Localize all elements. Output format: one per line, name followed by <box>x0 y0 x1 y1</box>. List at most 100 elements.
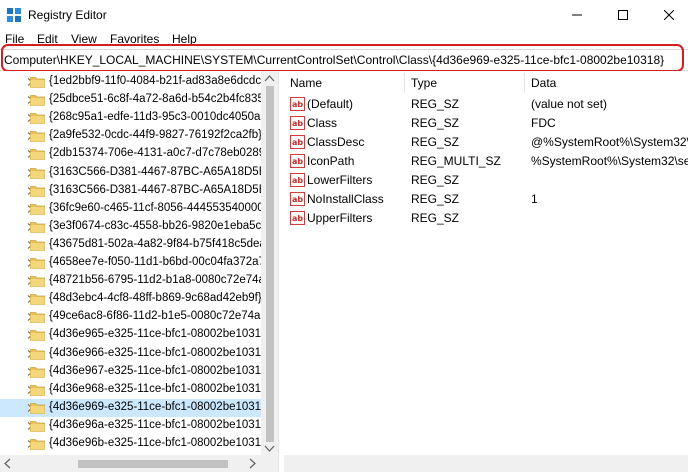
tree-item[interactable]: {268c95a1-edfe-11d3-95c3-0010dc4050a5} <box>0 109 261 127</box>
tree-item[interactable]: {4d36e96b-e325-11ce-bfc1-08002be10318} <box>0 435 261 453</box>
tree-item-label: {4d36e966-e325-11ce-bfc1-08002be10318} <box>49 346 261 359</box>
tree-item[interactable]: {3163C566-D381-4467-87BC-A65A18D5B648} <box>0 164 261 182</box>
tree-item[interactable]: {2a9fe532-0cdc-44f9-9827-76192f2ca2fb} <box>0 127 261 145</box>
column-header-data[interactable]: Data <box>531 73 556 93</box>
value-data: 1 <box>531 192 538 206</box>
address-path[interactable]: Computer\HKEY_LOCAL_MACHINE\SYSTEM\Curre… <box>4 53 664 67</box>
tree-vertical-scroll-thumb[interactable] <box>266 86 274 442</box>
tree-item[interactable]: {1ed2bbf9-11f0-4084-b21f-ad83a8e6dcdc} <box>0 73 261 91</box>
folder-icon <box>30 312 45 324</box>
value-type: REG_SZ <box>411 135 460 149</box>
tree-item[interactable]: {49ce6ac8-6f86-11d2-b1e5-0080c72e74a2} <box>0 308 261 326</box>
value-type: REG_SZ <box>411 97 460 111</box>
maximize-button[interactable] <box>600 0 646 30</box>
value-row[interactable]: ab Class REG_SZ FDC <box>284 114 688 133</box>
tree-item-label: {4d36e965-e325-11ce-bfc1-08002be10318} <box>49 328 261 341</box>
value-data: @%SystemRoot%\System32\StorProp.dll,-170… <box>531 135 688 149</box>
value-row[interactable]: ab IconPath REG_MULTI_SZ %SystemRoot%\Syste… <box>284 152 688 171</box>
maximize-icon <box>618 10 628 20</box>
address-bar[interactable]: Computer\HKEY_LOCAL_MACHINE\SYSTEM\Curre… <box>0 49 688 71</box>
tree-item[interactable]: {4658ee7e-f050-11d1-b6bd-00c04fa372a7} <box>0 254 261 272</box>
ab-string-icon: ab <box>290 173 305 187</box>
folder-icon <box>30 330 45 342</box>
menu-favorites[interactable]: Favorites <box>110 32 159 46</box>
values-list[interactable]: Name Type Data ab (Default) REG_SZ (value n… <box>284 71 688 472</box>
value-name: NoInstallClass <box>307 192 384 206</box>
value-name: IconPath <box>307 154 355 168</box>
tree-item[interactable]: {4d36e96a-e325-11ce-bfc1-08002be10318} <box>0 417 261 435</box>
key-tree[interactable]: {1ed2bbf9-11f0-4084-b21f-ad83a8e6dcdc} {2… <box>0 71 278 472</box>
folder-icon <box>30 402 45 414</box>
folder-icon <box>30 258 45 269</box>
tree-item-label: {49ce6ac8-6f86-11d2-b1e5-0080c72e74a2} <box>49 310 261 323</box>
menu-view[interactable]: View <box>71 32 97 46</box>
tree-item[interactable]: {4d36e967-e325-11ce-bfc1-08002be10318} <box>0 363 261 381</box>
registry-icon <box>7 8 21 22</box>
tree-item[interactable]: {4d36e969-e325-11ce-bfc1-08002be10318} <box>0 398 261 417</box>
svg-text:ab: ab <box>292 195 303 204</box>
tree-item-label: {4d36e968-e325-11ce-bfc1-08002be10318} <box>49 382 261 395</box>
value-data: (value not set) <box>531 97 608 111</box>
tree-item[interactable]: {48721b56-6795-11d2-b1a8-0080c72e74a2} <box>0 272 261 290</box>
column-header-type[interactable]: Type <box>411 73 437 93</box>
value-type: REG_SZ <box>411 192 460 206</box>
tree-item[interactable]: {4d36e965-e325-11ce-bfc1-08002be10318} <box>0 326 261 344</box>
svg-text:ab: ab <box>292 176 303 185</box>
value-type: REG_SZ <box>411 211 460 225</box>
column-divider[interactable] <box>524 73 525 93</box>
menu-file[interactable]: File <box>5 32 24 46</box>
tree-item[interactable]: {25dbce51-6c8f-4a72-8a6d-b54c2b4fc835} <box>0 91 261 109</box>
ab-string-icon: ab <box>290 154 305 168</box>
scroll-down-icon[interactable] <box>264 445 275 452</box>
tree-item-label: {36fc9e60-c465-11cf-8056-444553540000} <box>49 201 261 214</box>
close-button[interactable] <box>646 0 688 30</box>
value-row[interactable]: ab (Default) REG_SZ (value not set) <box>284 95 688 114</box>
column-header-name[interactable]: Name <box>290 73 322 93</box>
tree-item-label: {48d3ebc4-4cf8-48ff-b869-9c68ad42eb9f} <box>49 292 261 305</box>
folder-icon <box>30 149 45 161</box>
scroll-left-icon[interactable] <box>4 458 11 469</box>
svg-text:ab: ab <box>292 157 303 166</box>
folder-icon <box>30 276 45 287</box>
tree-item[interactable]: {3e3f0674-c83c-4558-bb26-9820e1eba5c5} <box>0 218 261 236</box>
tree-item-label: {268c95a1-edfe-11d3-95c3-0010dc4050a5} <box>49 111 261 124</box>
scroll-right-icon[interactable] <box>249 458 256 469</box>
folder-icon <box>30 366 45 378</box>
value-row[interactable]: ab ClassDesc REG_SZ @%SystemRoot%\System32\… <box>284 133 688 152</box>
menu-edit[interactable]: Edit <box>37 32 58 46</box>
folder-icon <box>30 420 45 432</box>
value-row[interactable]: ab NoInstallClass REG_SZ 1 <box>284 190 688 209</box>
tree-item[interactable]: {2db15374-706e-4131-a0c7-d7c78eb0289a} <box>0 145 261 163</box>
tree-item[interactable]: {36fc9e60-c465-11cf-8056-444553540000} <box>0 200 261 218</box>
menu-help[interactable]: Help <box>172 32 197 46</box>
value-row[interactable]: ab UpperFilters REG_SZ <box>284 209 688 228</box>
tree-item-label: {2a9fe532-0cdc-44f9-9827-76192f2ca2fb} <box>49 129 261 142</box>
tree-item-label: {3163C566-D381-4467-87BC-A65A18D5B649} <box>49 183 261 196</box>
minimize-button[interactable] <box>554 0 600 30</box>
tree-horizontal-scroll-thumb[interactable] <box>78 460 228 468</box>
values-horizontal-scrollbar[interactable] <box>284 455 688 472</box>
tree-item[interactable]: {4d36e968-e325-11ce-bfc1-08002be10318} <box>0 381 261 399</box>
tree-item[interactable]: {4d36e966-e325-11ce-bfc1-08002be10318} <box>0 345 261 363</box>
folder-icon <box>30 113 45 125</box>
column-divider[interactable] <box>404 73 405 93</box>
tree-item-label: {4d36e96a-e325-11ce-bfc1-08002be10318} <box>49 418 261 431</box>
value-type: REG_SZ <box>411 173 460 187</box>
value-row[interactable]: ab LowerFilters REG_SZ <box>284 171 688 190</box>
scroll-up-icon[interactable] <box>264 75 275 82</box>
tree-item[interactable]: {43675d81-502a-4a82-9f84-b75f418c5dea} <box>0 236 261 254</box>
folder-icon <box>30 95 45 106</box>
window-title: Registry Editor <box>28 8 107 22</box>
tree-item[interactable]: {3163C566-D381-4467-87BC-A65A18D5B649} <box>0 182 261 200</box>
value-name: UpperFilters <box>307 211 373 225</box>
tree-item-label: {43675d81-502a-4a82-9f84-b75f418c5dea} <box>49 237 261 250</box>
tree-item-label: {4658ee7e-f050-11d1-b6bd-00c04fa372a7} <box>49 256 261 268</box>
tree-item-label: {4d36e96b-e325-11ce-bfc1-08002be10318} <box>49 437 261 449</box>
tree-item-label: {3e3f0674-c83c-4558-bb26-9820e1eba5c5} <box>49 219 261 232</box>
folder-icon <box>30 203 45 215</box>
tree-item[interactable]: {48d3ebc4-4cf8-48ff-b869-9c68ad42eb9f} <box>0 290 261 308</box>
tree-item-label: {4d36e969-e325-11ce-bfc1-08002be10318} <box>49 400 261 413</box>
title-bar: Registry Editor <box>0 0 688 30</box>
ab-string-icon: ab <box>290 97 305 111</box>
value-type: REG_MULTI_SZ <box>411 154 501 168</box>
